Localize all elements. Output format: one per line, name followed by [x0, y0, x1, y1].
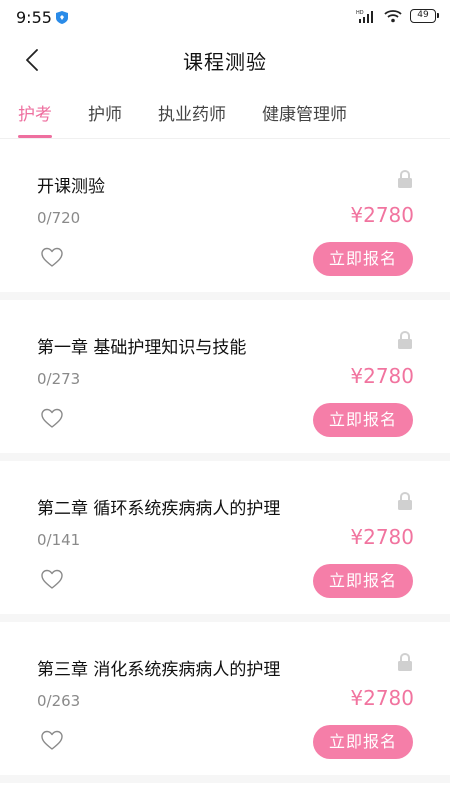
category-tabs: 护考 护师 执业药师 健康管理师	[0, 92, 450, 138]
page-title: 课程测验	[183, 50, 267, 74]
heart-icon[interactable]	[40, 246, 64, 268]
status-time: 9:55	[16, 8, 52, 27]
enroll-button[interactable]: 立即报名	[313, 403, 413, 437]
heart-icon[interactable]	[40, 407, 64, 429]
course-price: ¥2780	[350, 686, 414, 710]
course-progress: 0/720	[37, 209, 81, 227]
enroll-button[interactable]: 立即报名	[313, 725, 413, 759]
wifi-icon	[384, 10, 402, 23]
course-list: 开课测验 0/720 ¥2780 立即报名 第一章 基础护理知识与技能 0/27…	[0, 139, 450, 783]
app-shield-icon	[56, 11, 68, 24]
lock-icon	[398, 491, 412, 510]
enroll-button[interactable]: 立即报名	[313, 242, 413, 276]
course-progress: 0/273	[37, 370, 81, 388]
course-title: 开课测验	[37, 177, 105, 197]
tab-hukao[interactable]: 护考	[18, 92, 52, 138]
course-title: 第三章 消化系统疾病病人的护理	[37, 660, 281, 680]
lock-icon	[398, 330, 412, 349]
tab-jiankang-guanlishi[interactable]: 健康管理师	[262, 92, 347, 138]
tab-zhiye-yaoshi[interactable]: 执业药师	[158, 92, 226, 138]
lock-icon	[398, 169, 412, 188]
course-title: 第一章 基础护理知识与技能	[37, 338, 247, 358]
course-card[interactable]: 开课测验 0/720 ¥2780 立即报名	[0, 139, 450, 300]
hd-signal-icon: HD	[356, 10, 373, 23]
course-progress: 0/141	[37, 531, 81, 549]
top-app-bar: 课程测验	[0, 34, 450, 86]
svg-text:HD: HD	[356, 10, 364, 16]
course-progress: 0/263	[37, 692, 81, 710]
course-card[interactable]: 第三章 消化系统疾病病人的护理 0/263 ¥2780 立即报名	[0, 622, 450, 783]
heart-icon[interactable]	[40, 568, 64, 590]
battery-icon: 49	[410, 9, 439, 23]
course-price: ¥2780	[350, 364, 414, 388]
status-icons: HD 49	[356, 9, 439, 23]
course-title: 第二章 循环系统疾病病人的护理	[37, 499, 281, 519]
course-card[interactable]: 第二章 循环系统疾病病人的护理 0/141 ¥2780 立即报名	[0, 461, 450, 622]
heart-icon[interactable]	[40, 729, 64, 751]
course-price: ¥2780	[350, 525, 414, 549]
tab-hushi[interactable]: 护师	[88, 92, 122, 138]
lock-icon	[398, 652, 412, 671]
enroll-button[interactable]: 立即报名	[313, 564, 413, 598]
course-card[interactable]: 第一章 基础护理知识与技能 0/273 ¥2780 立即报名	[0, 300, 450, 461]
course-price: ¥2780	[350, 203, 414, 227]
status-bar: 9:55 HD 49	[0, 0, 450, 34]
